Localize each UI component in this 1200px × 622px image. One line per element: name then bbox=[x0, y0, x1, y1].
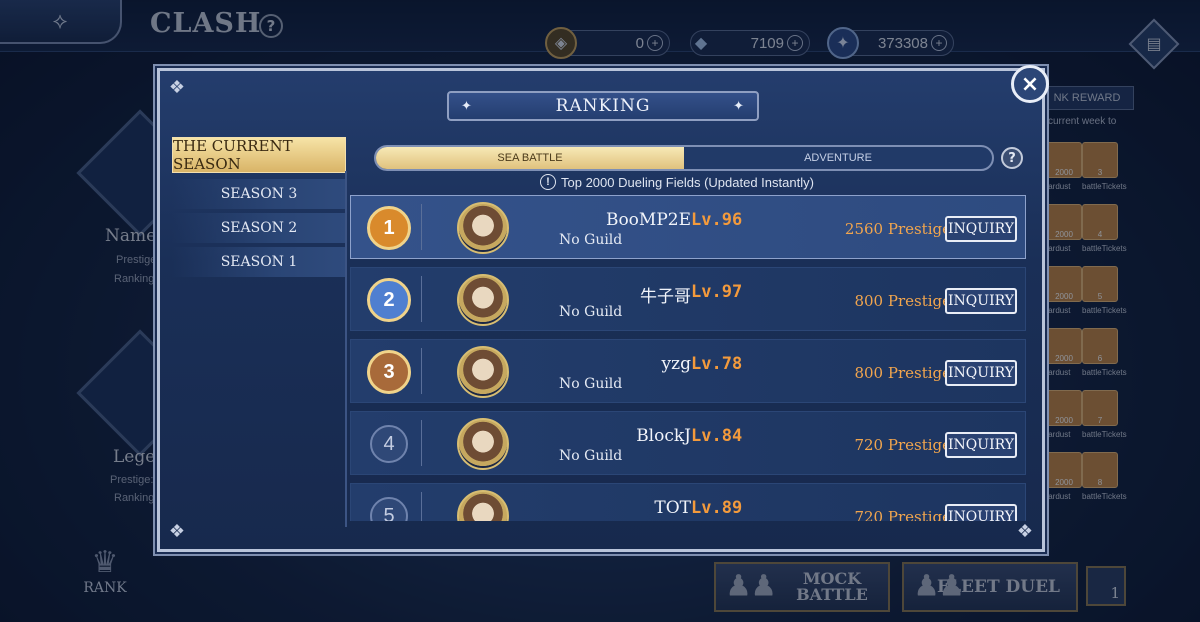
mode-toggle: SEA BATTLE ADVENTURE bbox=[374, 145, 994, 171]
inquiry-button[interactable]: INQUIRY bbox=[945, 504, 1017, 521]
player-prestige: 800 Prestige bbox=[854, 364, 951, 382]
player-guild: No Guild bbox=[559, 232, 623, 248]
player-guild: No Guild bbox=[559, 376, 623, 392]
divider bbox=[421, 204, 422, 250]
player-guild: No Guild bbox=[559, 304, 623, 320]
star-icon: ✦ bbox=[461, 99, 473, 114]
player-level: Lv.96 bbox=[691, 210, 743, 230]
corner-ornament-icon: ❖ bbox=[1016, 521, 1034, 542]
player-prestige: 720 Prestige bbox=[854, 436, 951, 454]
inquiry-button[interactable]: INQUIRY bbox=[945, 432, 1017, 458]
tab-season-1[interactable]: SEASON 1 bbox=[172, 247, 346, 277]
divider bbox=[421, 348, 422, 394]
rank-medal: 2 bbox=[367, 278, 411, 322]
tab-season-3[interactable]: SEASON 3 bbox=[172, 179, 346, 209]
rank-medal: 5 bbox=[370, 497, 408, 521]
ranking-row: 1 BooMP2E No Guild Lv.96 2560 Prestige INQUIR… bbox=[350, 195, 1026, 259]
modal-title-text: RANKING bbox=[555, 96, 651, 116]
corner-ornament-icon: ❖ bbox=[168, 521, 186, 542]
player-avatar[interactable] bbox=[457, 490, 509, 521]
player-level: Lv.84 bbox=[691, 426, 743, 446]
inquiry-button[interactable]: INQUIRY bbox=[945, 216, 1017, 242]
close-button[interactable]: × bbox=[1011, 65, 1049, 103]
player-prestige: 800 Prestige bbox=[854, 292, 951, 310]
rank-medal: 1 bbox=[367, 206, 411, 250]
player-guild: No Guild bbox=[559, 520, 622, 521]
mode-help-button[interactable]: ? bbox=[1001, 147, 1023, 169]
ranking-list[interactable]: 1 BooMP2E No Guild Lv.96 2560 Prestige INQUIR… bbox=[350, 195, 1026, 521]
player-prestige: 2560 Prestige bbox=[844, 220, 951, 238]
mode-adventure[interactable]: ADVENTURE bbox=[684, 147, 992, 169]
tab-season-2[interactable]: SEASON 2 bbox=[172, 213, 346, 243]
rank-medal: 4 bbox=[370, 425, 408, 463]
mode-sea-battle[interactable]: SEA BATTLE bbox=[376, 147, 684, 169]
divider bbox=[421, 276, 422, 322]
ranking-row: 5 TOT No Guild Lv.89 720 PrestigeINQUIRY bbox=[350, 483, 1026, 521]
inquiry-button[interactable]: INQUIRY bbox=[945, 360, 1017, 386]
player-avatar[interactable] bbox=[457, 418, 509, 470]
player-level: Lv.97 bbox=[691, 282, 743, 302]
rank-medal: 3 bbox=[367, 350, 411, 394]
ranking-row: 4 BlockJ No Guild Lv.84 720 Prestige INQUIRY bbox=[350, 411, 1026, 475]
player-avatar[interactable] bbox=[457, 346, 509, 398]
tab-current-season[interactable]: THE CURRENT SEASON bbox=[172, 137, 346, 173]
star-icon: ✦ bbox=[733, 99, 745, 114]
info-icon: ! bbox=[540, 174, 556, 190]
player-name: TOT bbox=[654, 498, 691, 518]
player-guild: No Guild bbox=[559, 448, 623, 464]
divider bbox=[345, 171, 347, 527]
player-level: Lv.89 bbox=[691, 498, 743, 518]
divider bbox=[421, 420, 422, 466]
info-line: ! Top 2000 Dueling Fields (Updated Insta… bbox=[540, 174, 814, 190]
corner-ornament-icon: ❖ bbox=[168, 77, 186, 98]
player-level: Lv.78 bbox=[691, 354, 743, 374]
ranking-row: 3 yzg No Guild Lv.78 800 Prestige INQUIRY bbox=[350, 339, 1026, 403]
ranking-modal: ❖ ❖ ❖ ✦ RANKING ✦ × THE CURRENT SEASON S… bbox=[157, 65, 1049, 552]
season-tabs: THE CURRENT SEASON SEASON 3 SEASON 2 SEA… bbox=[172, 137, 346, 281]
player-name: BlockJ bbox=[636, 426, 691, 446]
player-avatar[interactable] bbox=[457, 202, 509, 254]
ranking-row: 2 牛子哥 No Guild Lv.97 800 Prestige INQUIRY bbox=[350, 267, 1026, 331]
player-name: BooMP2E bbox=[605, 210, 691, 230]
player-name: yzg bbox=[661, 354, 691, 374]
divider bbox=[421, 492, 422, 521]
player-avatar[interactable] bbox=[457, 274, 509, 326]
player-prestige: 720 Prestige bbox=[854, 508, 951, 521]
inquiry-button[interactable]: INQUIRY bbox=[945, 288, 1017, 314]
info-text: Top 2000 Dueling Fields (Updated Instant… bbox=[561, 174, 814, 190]
modal-title: ✦ RANKING ✦ bbox=[447, 91, 759, 121]
